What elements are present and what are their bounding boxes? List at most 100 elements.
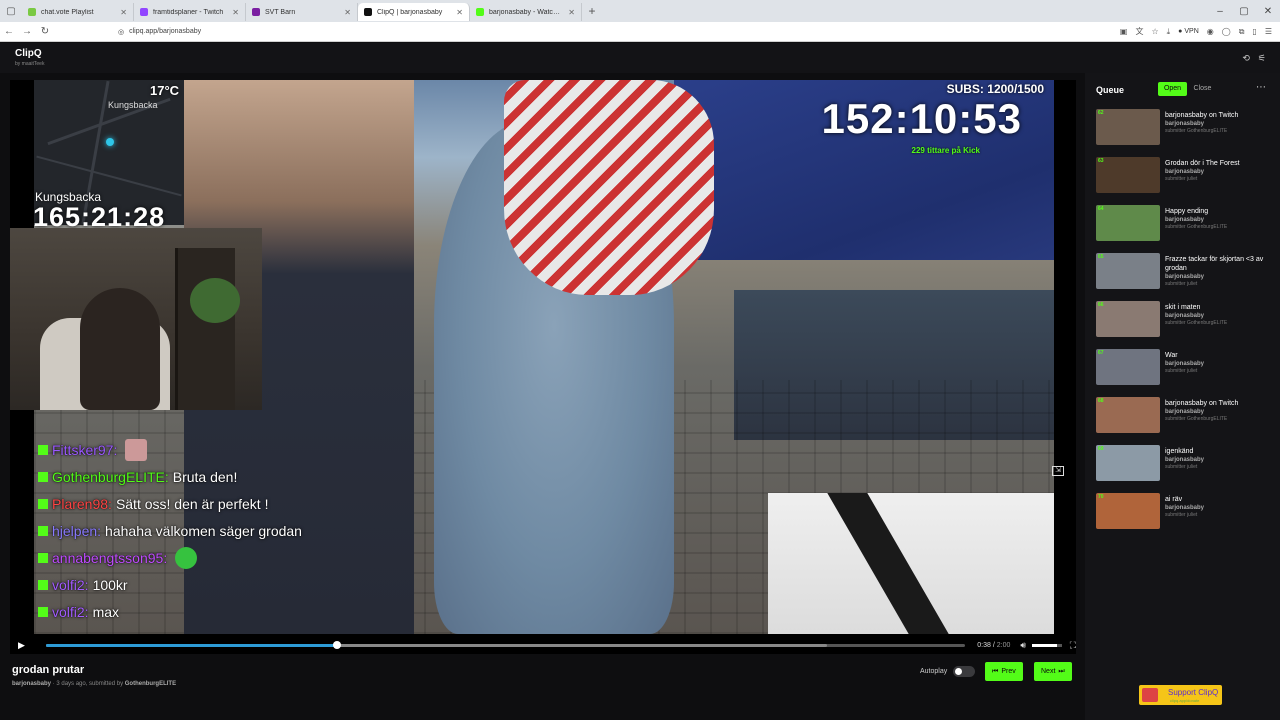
app-logo[interactable]: ClipQ	[15, 48, 42, 59]
queue-item-channel: barjonasbaby	[1165, 217, 1205, 223]
tab-close-icon[interactable]: ✕	[568, 8, 575, 17]
queue-thumbnail[interactable]: 63	[1096, 157, 1160, 193]
chat-username: Plaren98:	[52, 495, 112, 512]
kick-badge-icon	[38, 606, 48, 617]
browser-tab[interactable]: SVT Barn ✕	[246, 3, 358, 21]
clip-age: 3 days ago, submitted by	[56, 681, 124, 687]
site-info-icon[interactable]: ◎	[118, 28, 124, 36]
minimize-icon[interactable]: –	[1208, 6, 1232, 17]
queue-item-submitter: submitter juliet	[1165, 464, 1198, 470]
kick-badge-icon	[38, 471, 48, 482]
vpn-badge[interactable]: ● VPN	[1178, 28, 1199, 35]
clip-submitter[interactable]: GothenburgELITE	[125, 681, 176, 687]
queue-thumbnail[interactable]: 67	[1096, 349, 1160, 385]
play-icon[interactable]: ▶	[18, 640, 36, 651]
queue-item[interactable]: 63 Grodan dör i The Forest barjonasbaby sub…	[1096, 157, 1276, 205]
new-tab-button[interactable]: +	[582, 4, 602, 18]
kick-viewers: 229 tittare på Kick	[911, 146, 980, 155]
queue-item-submitter: submitter GothenburgELITE	[1165, 416, 1228, 422]
browser-tab[interactable]: framtidsplaner - Twitch ✕	[134, 3, 246, 21]
volume-slider[interactable]	[1032, 643, 1062, 647]
duration: 2:00	[996, 641, 1011, 649]
more-options-icon[interactable]: ⋯	[1256, 82, 1266, 93]
stream-timer-big: 152:10:53	[821, 95, 1022, 142]
maximize-icon[interactable]: ▢	[1232, 6, 1256, 17]
queue-item[interactable]: 65 Frazze tackar för skjortan <3 av groda…	[1096, 253, 1276, 301]
close-window-icon[interactable]: ✕	[1256, 6, 1280, 17]
tab-favicon-icon	[140, 8, 148, 16]
volume-icon[interactable]: 🔊︎	[1020, 640, 1026, 651]
url-field[interactable]: ◎ clipq.app/barjonasbaby	[118, 28, 201, 36]
tab-close-icon[interactable]: ✕	[120, 8, 127, 17]
queue-item-title: barjonasbaby on Twitch	[1165, 112, 1239, 119]
queue-item-submitter: submitter juliet	[1165, 176, 1198, 182]
queue-number: 69	[1098, 446, 1104, 452]
tab-title: chat.vote Playlist	[41, 8, 94, 16]
browser-tab[interactable]: barjonasbaby - Watch clips on K ✕	[470, 3, 582, 21]
browser-tab[interactable]: chat.vote Playlist ✕	[22, 3, 134, 21]
tab-list-icon[interactable]: ▢	[0, 0, 22, 22]
queue-number: 66	[1098, 302, 1104, 308]
download-icon[interactable]: ⤓	[1167, 27, 1171, 37]
queue-close-button[interactable]: Close	[1190, 82, 1215, 96]
queue-thumbnail[interactable]: 69	[1096, 445, 1160, 481]
queue-item[interactable]: 70 ai räv barjonasbaby submitter juliet	[1096, 493, 1276, 541]
kick-badge-icon	[38, 498, 48, 509]
clip-channel[interactable]: barjonasbaby	[12, 681, 51, 687]
settings-sliders-icon[interactable]: ⚟	[1258, 53, 1266, 64]
wallet-icon[interactable]: ◉	[1207, 27, 1214, 36]
toggle-knob	[955, 668, 962, 675]
queue-item-submitter: submitter GothenburgELITE	[1165, 320, 1228, 326]
next-button[interactable]: Next ⏭	[1034, 662, 1072, 681]
queue-thumbnail[interactable]: 68	[1096, 397, 1160, 433]
support-clipq-button[interactable]: Support ClipQ clipq.app/donate	[1139, 685, 1222, 705]
queue-item-channel: barjonasbaby	[1165, 274, 1205, 280]
queue-thumbnail[interactable]: 70	[1096, 493, 1160, 529]
prev-button[interactable]: ⏮ Prev	[985, 662, 1023, 681]
queue-thumbnail[interactable]: 65	[1096, 253, 1160, 289]
tab-close-icon[interactable]: ✕	[344, 8, 351, 17]
extensions-icon[interactable]: ⧉	[1239, 27, 1245, 37]
tab-close-icon[interactable]: ✕	[232, 8, 239, 17]
vpn-label: VPN	[1184, 28, 1199, 35]
queue-item[interactable]: 66 skit i maten barjonasbaby submitter Goth…	[1096, 301, 1276, 349]
menu-icon[interactable]: ☰	[1265, 27, 1272, 36]
inset-camera	[768, 493, 1054, 634]
forward-icon[interactable]: →	[18, 26, 36, 37]
clip-title: grodan prutar	[12, 664, 85, 676]
queue-item[interactable]: 68 barjonasbaby on Twitch barjonasbaby subm…	[1096, 397, 1276, 445]
history-icon[interactable]: ⟲	[1242, 53, 1250, 64]
tab-close-icon[interactable]: ✕	[456, 8, 463, 17]
picture-in-picture-icon[interactable]: ⇲	[1052, 466, 1064, 476]
back-icon[interactable]: ←	[0, 26, 18, 37]
chat-username: volfi2:	[52, 603, 89, 620]
tab-title: framtidsplaner - Twitch	[153, 8, 224, 16]
volume-fill	[1032, 643, 1058, 647]
browser-tab[interactable]: ClipQ | barjonasbaby ✕	[358, 3, 470, 21]
fullscreen-icon[interactable]: ⛶	[1070, 640, 1076, 651]
queue-item[interactable]: 62 barjonasbaby on Twitch barjonasbaby subm…	[1096, 109, 1276, 157]
autoplay-toggle[interactable]	[953, 666, 975, 677]
screenshot-icon[interactable]: ▣	[1120, 27, 1128, 36]
profile-icon[interactable]: ◯	[1222, 27, 1231, 36]
video-player[interactable]: Kungsbacka 17°C Kungsbacka 165:21:28 SUB…	[10, 80, 1076, 654]
chat-text: max	[92, 603, 120, 620]
bookmark-star-icon[interactable]: ☆	[1151, 27, 1158, 36]
queue-thumbnail[interactable]: 64	[1096, 205, 1160, 241]
queue-open-button[interactable]: Open	[1158, 82, 1187, 96]
translate-icon[interactable]: 文	[1135, 26, 1143, 37]
queue-item-info: Happy ending barjonasbaby submitter Gothen…	[1165, 207, 1275, 231]
queue-item[interactable]: 69 igenkänd barjonasbaby submitter juliet	[1096, 445, 1276, 493]
sidebar-icon[interactable]: ▯	[1252, 27, 1256, 36]
queue-item-title: War	[1165, 352, 1178, 359]
queue-item-submitter: submitter juliet	[1165, 512, 1198, 518]
skip-back-icon: ⏮	[992, 667, 999, 675]
seek-bar[interactable]	[45, 640, 966, 649]
temperature: 17°C	[150, 83, 180, 98]
queue-item[interactable]: 67 War barjonasbaby submitter juliet	[1096, 349, 1276, 397]
queue-item[interactable]: 64 Happy ending barjonasbaby submitter Goth…	[1096, 205, 1276, 253]
reload-icon[interactable]: ↻	[36, 26, 54, 37]
seek-handle[interactable]	[333, 640, 342, 649]
queue-thumbnail[interactable]: 66	[1096, 301, 1160, 337]
queue-thumbnail[interactable]: 62	[1096, 109, 1160, 145]
